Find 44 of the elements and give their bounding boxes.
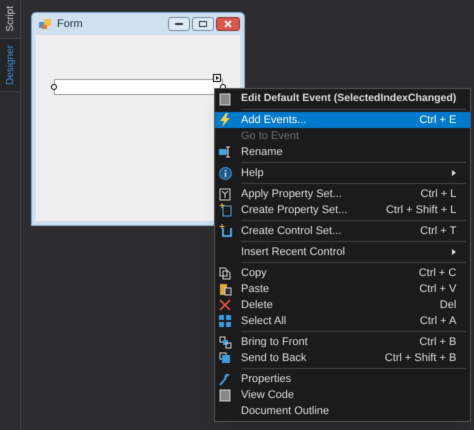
new-property-set-icon [218, 203, 232, 217]
menu-item[interactable]: Help [215, 165, 470, 181]
menu-item[interactable]: Document Outline [215, 403, 470, 419]
minimize-button[interactable] [168, 17, 190, 31]
submenu-arrow-icon [452, 249, 456, 255]
lightning-icon [219, 113, 231, 127]
menu-item[interactable]: Insert Recent Control [215, 244, 470, 260]
selection-handle[interactable] [51, 84, 57, 90]
page-icon [219, 92, 231, 106]
menu-item[interactable]: Add Events... Ctrl + E [215, 112, 470, 128]
menu-item[interactable]: Create Property Set... Ctrl + Shift + L [215, 202, 470, 218]
new-control-set-icon [218, 224, 232, 238]
menu-item[interactable]: Paste Ctrl + V [215, 281, 470, 297]
smart-tag-icon[interactable] [213, 74, 221, 82]
text-box[interactable] [54, 79, 223, 95]
menu-item[interactable]: Copy Ctrl + C [215, 265, 470, 281]
page-icon [219, 388, 231, 402]
side-tab[interactable]: Designer [0, 38, 20, 92]
submenu-arrow-icon [452, 170, 456, 176]
wrench-icon [219, 372, 231, 386]
bring-front-icon [218, 336, 232, 348]
menu-item[interactable]: Select All Ctrl + A [215, 313, 470, 329]
menu-item[interactable]: Create Control Set... Ctrl + T [215, 223, 470, 239]
paste-icon [218, 282, 232, 296]
menu-item[interactable]: Send to Back Ctrl + Shift + B [215, 350, 470, 366]
menu-item[interactable]: Delete Del [215, 297, 470, 313]
info-icon [218, 166, 232, 180]
menu-item[interactable]: Properties [215, 371, 470, 387]
maximize-button[interactable] [192, 17, 214, 31]
close-button[interactable] [216, 17, 240, 31]
menu-item[interactable]: Bring to Front Ctrl + B [215, 334, 470, 350]
property-set-icon [219, 188, 231, 200]
delete-icon [219, 299, 231, 311]
form-app-icon [39, 18, 52, 30]
close-icon [224, 20, 232, 28]
menu-item[interactable]: View Code [215, 387, 470, 403]
rename-icon [218, 146, 232, 158]
window-title: Form [57, 16, 83, 32]
menu-item[interactable]: Rename [215, 144, 470, 160]
grid-icon [219, 315, 231, 327]
menu-item[interactable]: Apply Property Set... Ctrl + L [215, 186, 470, 202]
menu-item[interactable]: Edit Default Event (SelectedIndexChanged) [215, 91, 470, 107]
copy-icon [219, 266, 231, 280]
send-back-icon [218, 352, 232, 364]
